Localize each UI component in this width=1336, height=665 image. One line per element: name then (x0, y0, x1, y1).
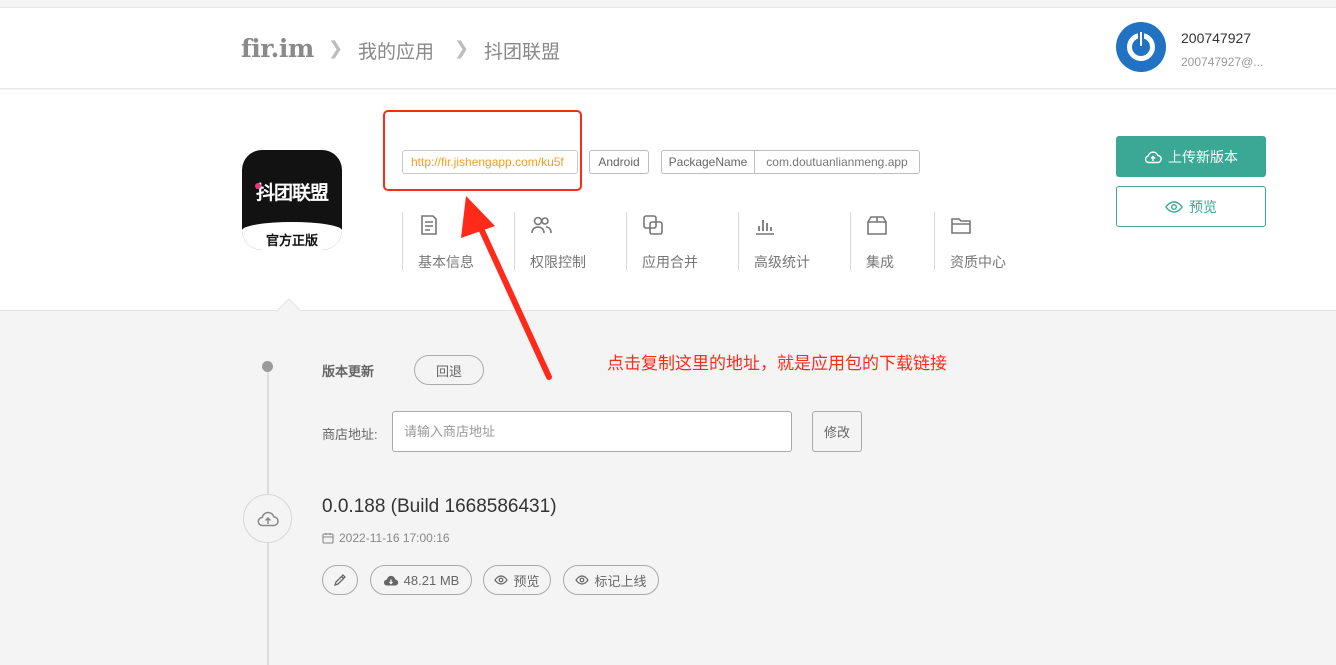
eye-icon (494, 575, 509, 585)
top-strip (0, 0, 1336, 8)
package-size: 48.21 MB (403, 572, 460, 588)
tab-app-merge[interactable]: 应用合并 (626, 212, 738, 270)
tab-label: 资质中心 (950, 254, 1006, 270)
folder-icon (951, 218, 971, 234)
package-name-tag: PackageName com.doutuanlianmeng.app (661, 150, 920, 174)
eye-icon (575, 575, 590, 585)
tab-integration[interactable]: 集成 (850, 212, 934, 270)
release-preview-label: 预览 (513, 573, 540, 589)
tab-advanced-stats[interactable]: 高级统计 (738, 212, 850, 270)
annotation-text: 点击复制这里的地址，就是应用包的下载链接 (607, 354, 947, 373)
download-package-button[interactable]: 48.21 MB (370, 565, 472, 595)
panel-notch (276, 298, 302, 324)
preview-button[interactable]: 预览 (1116, 186, 1266, 227)
chevron-right-icon: ❯ (328, 38, 344, 58)
breadcrumb-current-app[interactable]: 抖团联盟 (484, 37, 560, 64)
bar-chart-icon (756, 220, 774, 235)
timeline-upload-marker (243, 494, 292, 543)
breadcrumb-my-apps[interactable]: 我的应用 (358, 37, 434, 64)
upload-new-version-button[interactable]: 上传新版本 (1116, 136, 1266, 177)
user-name[interactable]: 200747927 (1181, 30, 1251, 46)
tab-qualification-center[interactable]: 资质中心 (934, 212, 1046, 270)
tab-label: 权限控制 (530, 254, 586, 270)
chevron-right-icon: ❯ (454, 38, 470, 58)
edit-release-button[interactable] (322, 565, 358, 595)
app-icon-subtitle: 官方正版 (265, 233, 318, 248)
tab-label: 基本信息 (418, 254, 474, 270)
mark-online-button[interactable]: 标记上线 (563, 565, 659, 595)
rollback-button[interactable]: 回退 (414, 355, 484, 385)
release-date: 2022-11-16 17:00:16 (322, 531, 450, 545)
merge-icon (643, 215, 663, 235)
top-header: fir.im ❯ 我的应用 ❯ 抖团联盟 200747927 200747927… (0, 8, 1336, 89)
users-icon (531, 216, 552, 234)
fir-logo[interactable]: fir.im (241, 34, 314, 63)
eye-icon (1165, 200, 1183, 213)
store-address-label: 商店地址: (322, 427, 378, 442)
platform-tag: Android (589, 150, 649, 174)
package-name-value: com.doutuanlianmeng.app (766, 155, 908, 169)
modify-button[interactable]: 修改 (812, 411, 862, 452)
box-icon (867, 216, 887, 235)
annotation-highlight-box (383, 110, 582, 191)
release-version: 0.0.188 (Build 1668586431) (322, 496, 557, 517)
tab-basic-info[interactable]: 基本信息 (402, 212, 514, 270)
cloud-upload-icon (257, 511, 279, 526)
tab-label: 高级统计 (754, 254, 810, 270)
document-icon (421, 215, 437, 235)
cloud-download-icon (383, 575, 398, 586)
user-email: 200747927@... (1181, 55, 1264, 69)
package-name-label: PackageName (662, 151, 755, 173)
preview-button-label: 预览 (1189, 198, 1217, 215)
version-update-title: 版本更新 (322, 364, 375, 379)
tab-label: 应用合并 (642, 254, 698, 270)
timeline-dot (262, 361, 273, 372)
tab-permissions[interactable]: 权限控制 (514, 212, 626, 270)
release-preview-button[interactable]: 预览 (483, 565, 551, 595)
tab-label: 集成 (866, 254, 894, 270)
release-date-text: 2022-11-16 17:00:16 (339, 531, 450, 545)
pencil-icon (333, 574, 346, 587)
mark-online-label: 标记上线 (594, 573, 647, 589)
store-address-input[interactable] (392, 411, 792, 452)
app-info-panel: 抖团联盟 官方正版 http://fir.jishengapp.com/ku5f… (0, 90, 1336, 324)
avatar[interactable] (1116, 22, 1166, 72)
cloud-upload-icon (1144, 150, 1162, 163)
calendar-icon (322, 533, 334, 544)
app-icon: 抖团联盟 官方正版 (242, 150, 342, 250)
app-icon-accent (255, 183, 261, 189)
upload-button-label: 上传新版本 (1168, 148, 1238, 165)
